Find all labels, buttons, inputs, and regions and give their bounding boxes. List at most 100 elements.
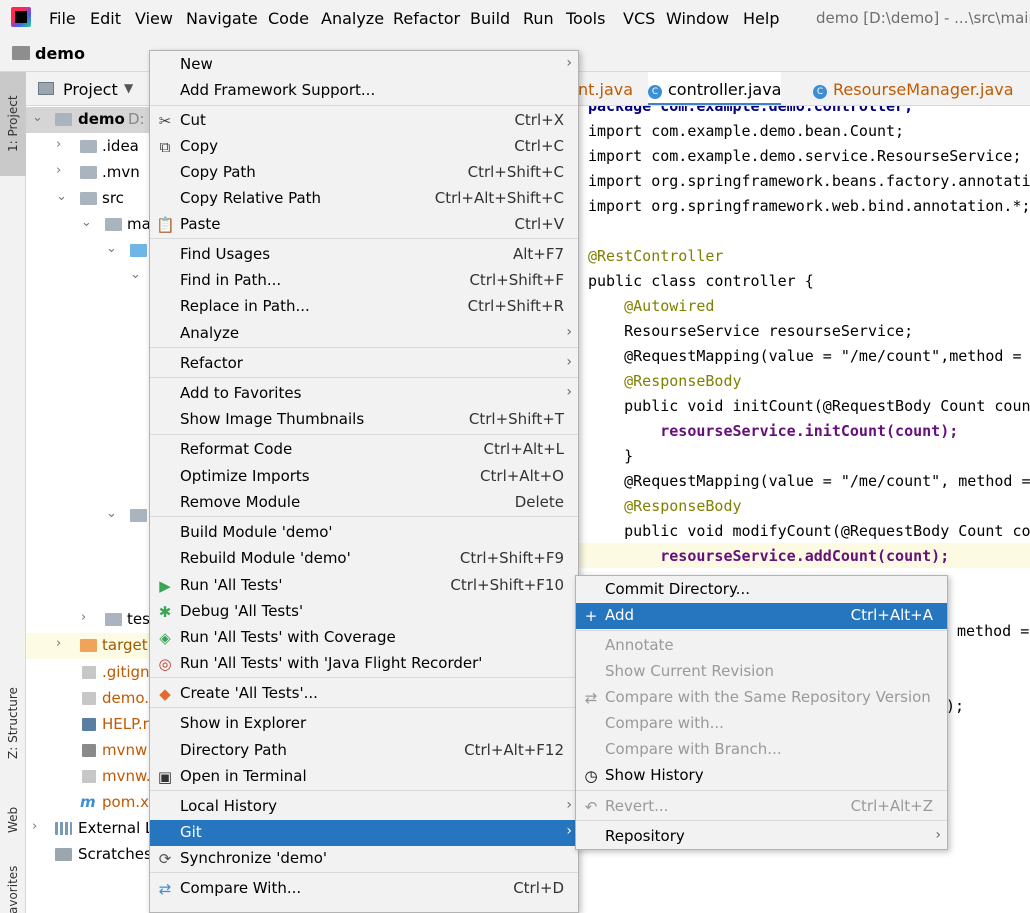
menu-item-build-module-demo[interactable]: Build Module 'demo' [150, 520, 578, 546]
menu-edit[interactable]: Edit [90, 9, 121, 28]
breadcrumb-project[interactable]: demo [35, 44, 85, 63]
tree-row[interactable]: › .mvn [26, 160, 150, 186]
intellij-logo-icon [11, 7, 31, 27]
menu-run[interactable]: Run [523, 9, 554, 28]
menu-item-add-to-favorites[interactable]: Add to Favorites › [150, 381, 578, 407]
tree-row[interactable]: demo. [26, 686, 150, 712]
menu-window[interactable]: Window [666, 9, 729, 28]
menu-item-analyze[interactable]: Analyze › [150, 321, 578, 347]
chevron-right-icon[interactable]: › [56, 163, 61, 178]
git-menu-item-show-history[interactable]: ◷ Show History [576, 763, 947, 789]
menu-analyze[interactable]: Analyze [321, 9, 384, 28]
menu-item-synchronize-demo[interactable]: ⟳ Synchronize 'demo' [150, 846, 578, 872]
tree-row[interactable]: ⌄ [26, 503, 150, 529]
chevron-down-icon[interactable]: ⌄ [130, 267, 141, 282]
editor-tab[interactable]: nt.java [578, 72, 633, 105]
menu-item-optimize-imports[interactable]: Optimize Imports Ctrl+Alt+O [150, 464, 578, 490]
tool-tab-web[interactable]: Web [2, 790, 24, 850]
git-menu-item-add[interactable]: + Add Ctrl+Alt+A [576, 603, 947, 629]
tool-tab-project[interactable]: 1: Project [0, 72, 26, 176]
menu-item-copy[interactable]: ⧉ Copy Ctrl+C [150, 134, 578, 160]
tree-row[interactable]: › tes [26, 607, 150, 633]
menu-vcs[interactable]: VCS [623, 9, 655, 28]
git-menu-item-repository[interactable]: Repository › [576, 824, 947, 849]
folder-icon [80, 140, 97, 153]
scratches-icon [55, 848, 72, 861]
chevron-down-icon[interactable]: ⌄ [81, 215, 92, 230]
menu-help[interactable]: Help [743, 9, 779, 28]
compare-icon: ⇄ [584, 689, 598, 707]
tree-row[interactable]: mvnw. [26, 764, 150, 790]
tree-row[interactable]: › target [26, 633, 150, 659]
git-menu-item-compare-with-branch[interactable]: Compare with Branch... [576, 737, 947, 763]
chevron-right-icon[interactable]: › [56, 636, 61, 651]
menu-item-show-image-thumbnails[interactable]: Show Image Thumbnails Ctrl+Shift+T [150, 407, 578, 433]
menu-item-reformat-code[interactable]: Reformat Code Ctrl+Alt+L [150, 437, 578, 463]
menu-separator [576, 820, 947, 821]
tool-tab-favorites[interactable]: avorites [2, 866, 24, 913]
menu-item-add-framework-support[interactable]: Add Framework Support... [150, 78, 578, 104]
tree-row[interactable]: .gitign [26, 660, 150, 686]
git-menu-item-show-current-revision[interactable]: Show Current Revision [576, 659, 947, 685]
editor-tab-active[interactable]: Ccontroller.java [648, 72, 782, 105]
chevron-right-icon[interactable]: › [56, 137, 61, 152]
chevron-down-icon[interactable]: ⌄ [106, 506, 117, 521]
menu-item-paste[interactable]: 📋 Paste Ctrl+V [150, 212, 578, 238]
menu-item-cut[interactable]: ✂ Cut Ctrl+X [150, 108, 578, 134]
folder-icon [105, 218, 122, 231]
menu-item-run-all-tests-with-java-flight-recorder[interactable]: ◎ Run 'All Tests' with 'Java Flight Recor… [150, 651, 578, 677]
tree-row[interactable]: › .idea [26, 134, 150, 160]
tree-row[interactable]: ⌄ src [26, 186, 150, 212]
menu-item-open-in-terminal[interactable]: ▣ Open in Terminal [150, 764, 578, 790]
menu-item-debug-all-tests[interactable]: ✱ Debug 'All Tests' [150, 599, 578, 625]
menu-item-run-all-tests[interactable]: ▶ Run 'All Tests' Ctrl+Shift+F10 [150, 573, 578, 599]
tree-row[interactable]: › External L [26, 816, 150, 842]
tree-row[interactable]: mvnw [26, 738, 150, 764]
git-menu-item-compare-with[interactable]: Compare with... [576, 711, 947, 737]
menu-item-remove-module[interactable]: Remove Module Delete [150, 490, 578, 516]
menu-item-replace-in-path[interactable]: Replace in Path... Ctrl+Shift+R [150, 294, 578, 320]
menu-refactor[interactable]: Refactor [393, 9, 460, 28]
chevron-down-icon[interactable]: ▼ [124, 81, 133, 95]
menu-item-run-all-tests-with-coverage[interactable]: ◈ Run 'All Tests' with Coverage [150, 625, 578, 651]
menu-code[interactable]: Code [268, 9, 309, 28]
tree-row[interactable]: HELP.r [26, 712, 150, 738]
git-menu-item-annotate[interactable]: Annotate [576, 633, 947, 659]
tree-row[interactable]: m pom.x [26, 790, 150, 816]
tree-row[interactable]: ⌄ [26, 264, 150, 290]
chevron-right-icon[interactable]: › [81, 610, 86, 625]
menu-item-copy-relative-path[interactable]: Copy Relative Path Ctrl+Alt+Shift+C [150, 186, 578, 212]
menu-file[interactable]: File [49, 9, 76, 28]
git-menu-item-compare-with-the-same-repository-version[interactable]: ⇄ Compare with the Same Repository Versio… [576, 685, 947, 711]
menu-item-copy-path[interactable]: Copy Path Ctrl+Shift+C [150, 160, 578, 186]
menu-tools[interactable]: Tools [566, 9, 605, 28]
menu-item-show-in-explorer[interactable]: Show in Explorer [150, 711, 578, 737]
tree-label: pom.x [102, 793, 149, 811]
tree-row[interactable]: ⌄ [26, 238, 150, 264]
chevron-down-icon[interactable]: ⌄ [56, 189, 67, 204]
chevron-down-icon[interactable]: ⌄ [106, 241, 117, 256]
menu-item-new[interactable]: New › [150, 52, 578, 78]
git-menu-item-revert[interactable]: ↶ Revert... Ctrl+Alt+Z [576, 794, 947, 820]
menu-item-find-in-path[interactable]: Find in Path... Ctrl+Shift+F [150, 268, 578, 294]
menu-item-refactor[interactable]: Refactor › [150, 351, 578, 377]
editor-tab[interactable]: C ResourseManager.java [813, 72, 1014, 105]
tree-row[interactable]: ⌄ demo D: [26, 107, 150, 133]
menu-item-create-all-tests[interactable]: ◆ Create 'All Tests'... [150, 681, 578, 707]
chevron-down-icon[interactable]: ⌄ [32, 110, 43, 125]
menu-item-local-history[interactable]: Local History › [150, 794, 578, 820]
menu-item-find-usages[interactable]: Find Usages Alt+F7 [150, 242, 578, 268]
menu-item-directory-path[interactable]: Directory Path Ctrl+Alt+F12 [150, 738, 578, 764]
project-view-selector[interactable]: Project [63, 80, 118, 99]
tree-row[interactable]: ⌄ ma [26, 212, 150, 238]
menu-item-compare-with[interactable]: ⇄ Compare With... Ctrl+D [150, 876, 578, 902]
git-menu-item-commit-directory[interactable]: Commit Directory... [576, 577, 947, 603]
menu-item-git[interactable]: Git › [150, 820, 578, 846]
tree-row[interactable]: Scratches [26, 842, 150, 868]
menu-navigate[interactable]: Navigate [186, 9, 258, 28]
tool-tab-structure[interactable]: Z: Structure [2, 672, 24, 774]
menu-build[interactable]: Build [470, 9, 510, 28]
menu-view[interactable]: View [135, 9, 173, 28]
chevron-right-icon[interactable]: › [32, 819, 37, 834]
menu-item-rebuild-module-demo[interactable]: Rebuild Module 'demo' Ctrl+Shift+F9 [150, 546, 578, 572]
